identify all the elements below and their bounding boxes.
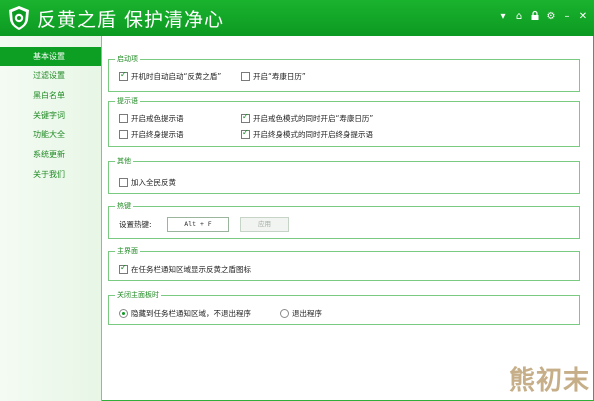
tips-group: 提示语 开启戒色提示语 开启戒色模式的同时开启“寿康日历” 开启终身提示语 开启…: [108, 96, 580, 147]
hide-to-tray-label: 隐藏到任务栏通知区域，不退出程序: [131, 309, 251, 318]
title-bar: 反黄之盾 保护清净心 ▾ ⌂ ⚙ – ✕: [0, 0, 594, 36]
close-main-group: 关闭主面板时 隐藏到任务栏通知区域，不退出程序 退出程序: [108, 290, 580, 325]
sidebar-item-filter-settings[interactable]: 过滤设置: [0, 66, 101, 85]
calendar-label: 开启“寿康日历”: [253, 72, 306, 81]
join-checkbox[interactable]: 加入全民反黄: [119, 177, 176, 188]
precept-tip-label: 开启戒色提示语: [131, 114, 184, 123]
tips-group-title: 提示语: [115, 96, 140, 107]
checkbox-icon: [119, 114, 128, 123]
window-controls: ▾ ⌂ ⚙ – ✕: [498, 10, 588, 26]
checkbox-checked-icon: [119, 70, 128, 81]
settings-gear-icon[interactable]: ⚙: [546, 10, 556, 26]
startup-group: 启动项 开机时自动启动“反黄之盾” 开启“寿康日历”: [108, 54, 580, 92]
shield-logo-icon: [9, 6, 29, 30]
sidebar-item-basic-settings[interactable]: 基本设置: [0, 47, 101, 66]
checkbox-icon: [119, 178, 128, 187]
app-title: 反黄之盾 保护清净心: [37, 9, 225, 31]
menu-dropdown-icon[interactable]: ▾: [498, 10, 508, 26]
precept-calendar-label: 开启戒色模式的同时开启“寿康日历”: [253, 114, 374, 123]
exit-program-radio[interactable]: 退出程序: [280, 308, 322, 319]
home-icon[interactable]: ⌂: [514, 10, 524, 26]
checkbox-icon: [241, 72, 250, 81]
radio-icon: [280, 309, 289, 318]
checkbox-icon: [119, 130, 128, 139]
other-group-title: 其他: [115, 156, 133, 167]
autostart-label: 开机时自动启动“反黄之盾”: [131, 72, 222, 81]
checkbox-checked-icon: [241, 128, 250, 139]
sidebar-item-system-update[interactable]: 系统更新: [0, 145, 101, 164]
sidebar-item-black-white-list[interactable]: 黑白名单: [0, 86, 101, 105]
lifelong-mode-label: 开启终身模式的同时开启终身提示语: [253, 130, 373, 139]
tray-icon-checkbox[interactable]: 在任务栏通知区域显示反黄之盾图标: [119, 263, 251, 275]
lifelong-mode-checkbox[interactable]: 开启终身模式的同时开启终身提示语: [241, 128, 373, 140]
apply-button[interactable]: 应用: [240, 217, 289, 232]
minimize-icon[interactable]: –: [562, 10, 572, 26]
radio-selected-icon: [119, 309, 128, 318]
precept-tip-checkbox[interactable]: 开启戒色提示语: [119, 113, 184, 124]
tray-icon-label: 在任务栏通知区域显示反黄之盾图标: [131, 265, 251, 274]
sidebar-item-about-us[interactable]: 关于我们: [0, 165, 101, 184]
main-ui-group-title: 主界面: [115, 246, 140, 257]
main-ui-group: 主界面 在任务栏通知区域显示反黄之盾图标: [108, 246, 580, 281]
watermark: 熊初末: [508, 366, 590, 396]
hide-to-tray-radio[interactable]: 隐藏到任务栏通知区域，不退出程序: [119, 308, 251, 319]
lock-icon[interactable]: [530, 10, 540, 26]
hotkey-group: 热键 设置热键: Alt + F 应用: [108, 201, 580, 239]
lifelong-tip-label: 开启终身提示语: [131, 130, 184, 139]
sidebar: 基本设置 过滤设置 黑白名单 关键字词 功能大全 系统更新 关于我们: [0, 36, 102, 401]
autostart-checkbox[interactable]: 开机时自动启动“反黄之盾”: [119, 70, 222, 82]
checkbox-checked-icon: [241, 112, 250, 123]
exit-program-label: 退出程序: [292, 309, 322, 318]
join-label: 加入全民反黄: [131, 178, 176, 187]
lifelong-tip-checkbox[interactable]: 开启终身提示语: [119, 129, 184, 140]
precept-calendar-checkbox[interactable]: 开启戒色模式的同时开启“寿康日历”: [241, 112, 374, 124]
hotkey-input[interactable]: Alt + F: [167, 217, 229, 232]
sidebar-item-features[interactable]: 功能大全: [0, 125, 101, 144]
other-group: 其他 加入全民反黄: [108, 156, 580, 194]
hotkey-label: 设置热键:: [119, 220, 152, 229]
close-icon[interactable]: ✕: [578, 10, 588, 26]
hotkey-group-title: 热键: [115, 201, 133, 212]
startup-group-title: 启动项: [115, 54, 140, 65]
sidebar-item-keywords[interactable]: 关键字词: [0, 106, 101, 125]
checkbox-checked-icon: [119, 263, 128, 274]
calendar-checkbox[interactable]: 开启“寿康日历”: [241, 71, 306, 82]
close-main-group-title: 关闭主面板时: [115, 290, 161, 301]
